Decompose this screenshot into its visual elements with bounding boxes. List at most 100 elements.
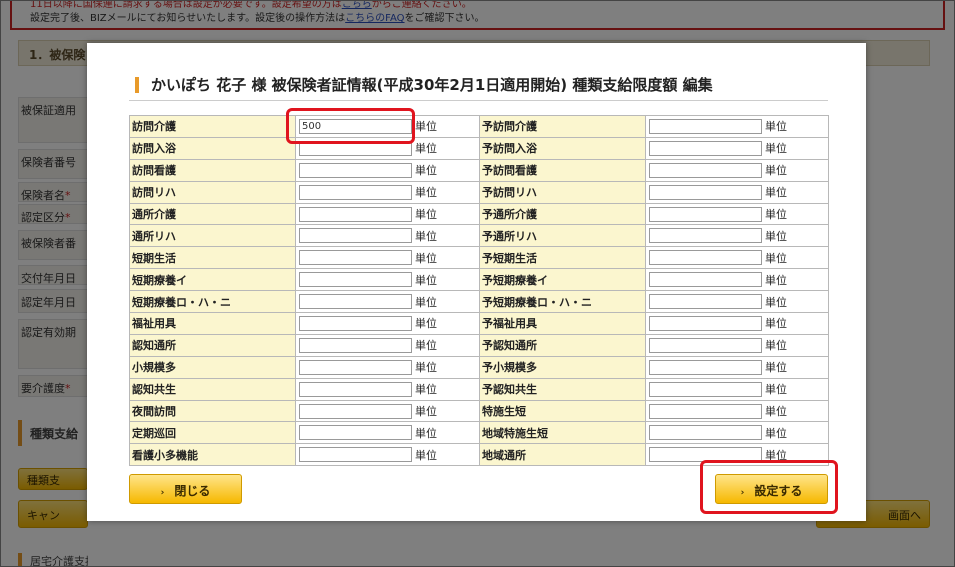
- limit-amount-input[interactable]: [299, 162, 412, 178]
- service-label: 認知共生: [129, 377, 296, 401]
- limit-amount-input[interactable]: [299, 381, 412, 397]
- limit-amount-input[interactable]: [299, 359, 412, 375]
- table-row: 通所介護 単位 予通所介護 単位: [129, 202, 829, 226]
- unit-label: 単位: [415, 120, 437, 134]
- limit-amount-input[interactable]: [649, 315, 762, 331]
- unit-label: 単位: [415, 361, 437, 375]
- limit-amount-input[interactable]: [299, 206, 412, 222]
- limit-amount-input[interactable]: [649, 140, 762, 156]
- unit-label: 単位: [765, 317, 787, 331]
- unit-label: 単位: [415, 383, 437, 397]
- service-label: 短期療養イ: [129, 268, 296, 292]
- unit-label: 単位: [415, 208, 437, 221]
- limit-amount-input[interactable]: [649, 250, 762, 266]
- service-label: 地域特施生短: [479, 421, 646, 445]
- table-row: 訪問入浴 単位 予訪問入浴 単位: [129, 136, 829, 160]
- limit-amount-input[interactable]: [299, 228, 412, 244]
- service-label: 予短期療養ロ・ハ・ニ: [479, 290, 646, 314]
- benefit-limit-table: 訪問介護単位予訪問介護単位訪問入浴単位予訪問入浴単位訪問看護単位予訪問看護単位訪…: [129, 115, 829, 467]
- service-label: 通所リハ: [129, 224, 296, 248]
- unit-label: 単位: [765, 383, 787, 397]
- service-label: 看護小多機能: [129, 443, 296, 467]
- table-row: 認知共生 単位 予認知共生 単位: [129, 377, 829, 401]
- service-label: 特施生短: [479, 399, 646, 423]
- limit-amount-input[interactable]: [299, 337, 412, 353]
- table-row: 小規模多 単位 予小規模多 単位: [129, 355, 829, 379]
- benefit-limit-edit-dialog: かいぽち 花子 様 被保険者証情報(平成30年2月1日適用開始) 種類支給限度額…: [87, 43, 866, 521]
- limit-amount-input[interactable]: [299, 140, 412, 156]
- unit-label: 単位: [765, 251, 787, 265]
- limit-amount-input[interactable]: [649, 403, 762, 419]
- limit-amount-input[interactable]: [649, 118, 762, 134]
- service-label: 予訪問入浴: [479, 136, 646, 160]
- table-row: 看護小多機能 単位 地域通所 単位: [129, 443, 829, 467]
- unit-label: 単位: [415, 317, 437, 331]
- limit-amount-input[interactable]: [299, 447, 412, 463]
- unit-label: 単位: [765, 273, 787, 287]
- table-row: 訪問介護 単位 予訪問介護 単位: [129, 115, 829, 138]
- limit-amount-input[interactable]: [649, 228, 762, 244]
- service-label: 予訪問看護: [479, 158, 646, 182]
- table-row: 夜間訪問 単位 特施生短 単位: [129, 399, 829, 423]
- unit-label: 単位: [765, 361, 787, 375]
- service-label: 予小規模多: [479, 355, 646, 379]
- service-label: 予通所リハ: [479, 224, 646, 248]
- limit-amount-input[interactable]: [299, 315, 412, 331]
- service-label: 予認知通所: [479, 333, 646, 357]
- close-button-label: 閉じる: [174, 484, 211, 498]
- unit-label: 単位: [415, 273, 437, 287]
- unit-label: 単位: [765, 426, 787, 440]
- service-label: 認知通所: [129, 333, 296, 357]
- service-label: 夜間訪問: [129, 399, 296, 423]
- unit-label: 単位: [415, 426, 437, 440]
- unit-label: 単位: [765, 164, 787, 178]
- set-button[interactable]: › 設定する: [715, 474, 828, 504]
- service-label: 小規模多: [129, 355, 296, 379]
- limit-amount-input[interactable]: [649, 184, 762, 200]
- limit-amount-input[interactable]: [649, 447, 762, 463]
- limit-amount-input[interactable]: [299, 294, 412, 310]
- table-row: 短期生活 単位 予短期生活 単位: [129, 246, 829, 270]
- limit-amount-input[interactable]: [299, 118, 412, 134]
- unit-label: 単位: [415, 164, 437, 178]
- chevron-right-icon: ›: [160, 488, 165, 498]
- service-label: 地域通所: [479, 443, 646, 467]
- limit-amount-input[interactable]: [299, 184, 412, 200]
- unit-label: 単位: [415, 229, 437, 243]
- limit-amount-input[interactable]: [299, 403, 412, 419]
- unit-label: 単位: [765, 120, 787, 134]
- unit-label: 単位: [415, 405, 437, 419]
- service-label: 通所介護: [129, 202, 296, 226]
- limit-amount-input[interactable]: [649, 272, 762, 288]
- set-button-label: 設定する: [754, 484, 803, 498]
- service-label: 短期生活: [129, 246, 296, 270]
- limit-amount-input[interactable]: [649, 206, 762, 222]
- dialog-title: かいぽち 花子 様 被保険者証情報(平成30年2月1日適用開始) 種類支給限度額…: [129, 69, 828, 101]
- service-label: 短期療養ロ・ハ・ニ: [129, 290, 296, 314]
- limit-amount-input[interactable]: [649, 381, 762, 397]
- service-label: 訪問看護: [129, 158, 296, 182]
- limit-amount-input[interactable]: [649, 337, 762, 353]
- unit-label: 単位: [415, 295, 437, 309]
- unit-label: 単位: [415, 339, 437, 353]
- close-button[interactable]: › 閉じる: [129, 474, 242, 504]
- table-row: 訪問看護 単位 予訪問看護 単位: [129, 158, 829, 182]
- unit-label: 単位: [765, 405, 787, 419]
- limit-amount-input[interactable]: [649, 294, 762, 310]
- unit-label: 単位: [765, 142, 787, 156]
- limit-amount-input[interactable]: [649, 359, 762, 375]
- limit-amount-input[interactable]: [299, 250, 412, 266]
- unit-label: 単位: [415, 142, 437, 156]
- service-label: 予認知共生: [479, 377, 646, 401]
- unit-label: 単位: [765, 186, 787, 200]
- unit-label: 単位: [415, 251, 437, 265]
- limit-amount-input[interactable]: [649, 162, 762, 178]
- service-label: 福祉用具: [129, 312, 296, 335]
- table-row: 福祉用具 単位 予福祉用具 単位: [129, 312, 829, 335]
- limit-amount-input[interactable]: [299, 425, 412, 441]
- service-label: 訪問入浴: [129, 136, 296, 160]
- limit-amount-input[interactable]: [299, 272, 412, 288]
- service-label: 予訪問リハ: [479, 180, 646, 204]
- limit-amount-input[interactable]: [649, 425, 762, 441]
- unit-label: 単位: [765, 229, 787, 243]
